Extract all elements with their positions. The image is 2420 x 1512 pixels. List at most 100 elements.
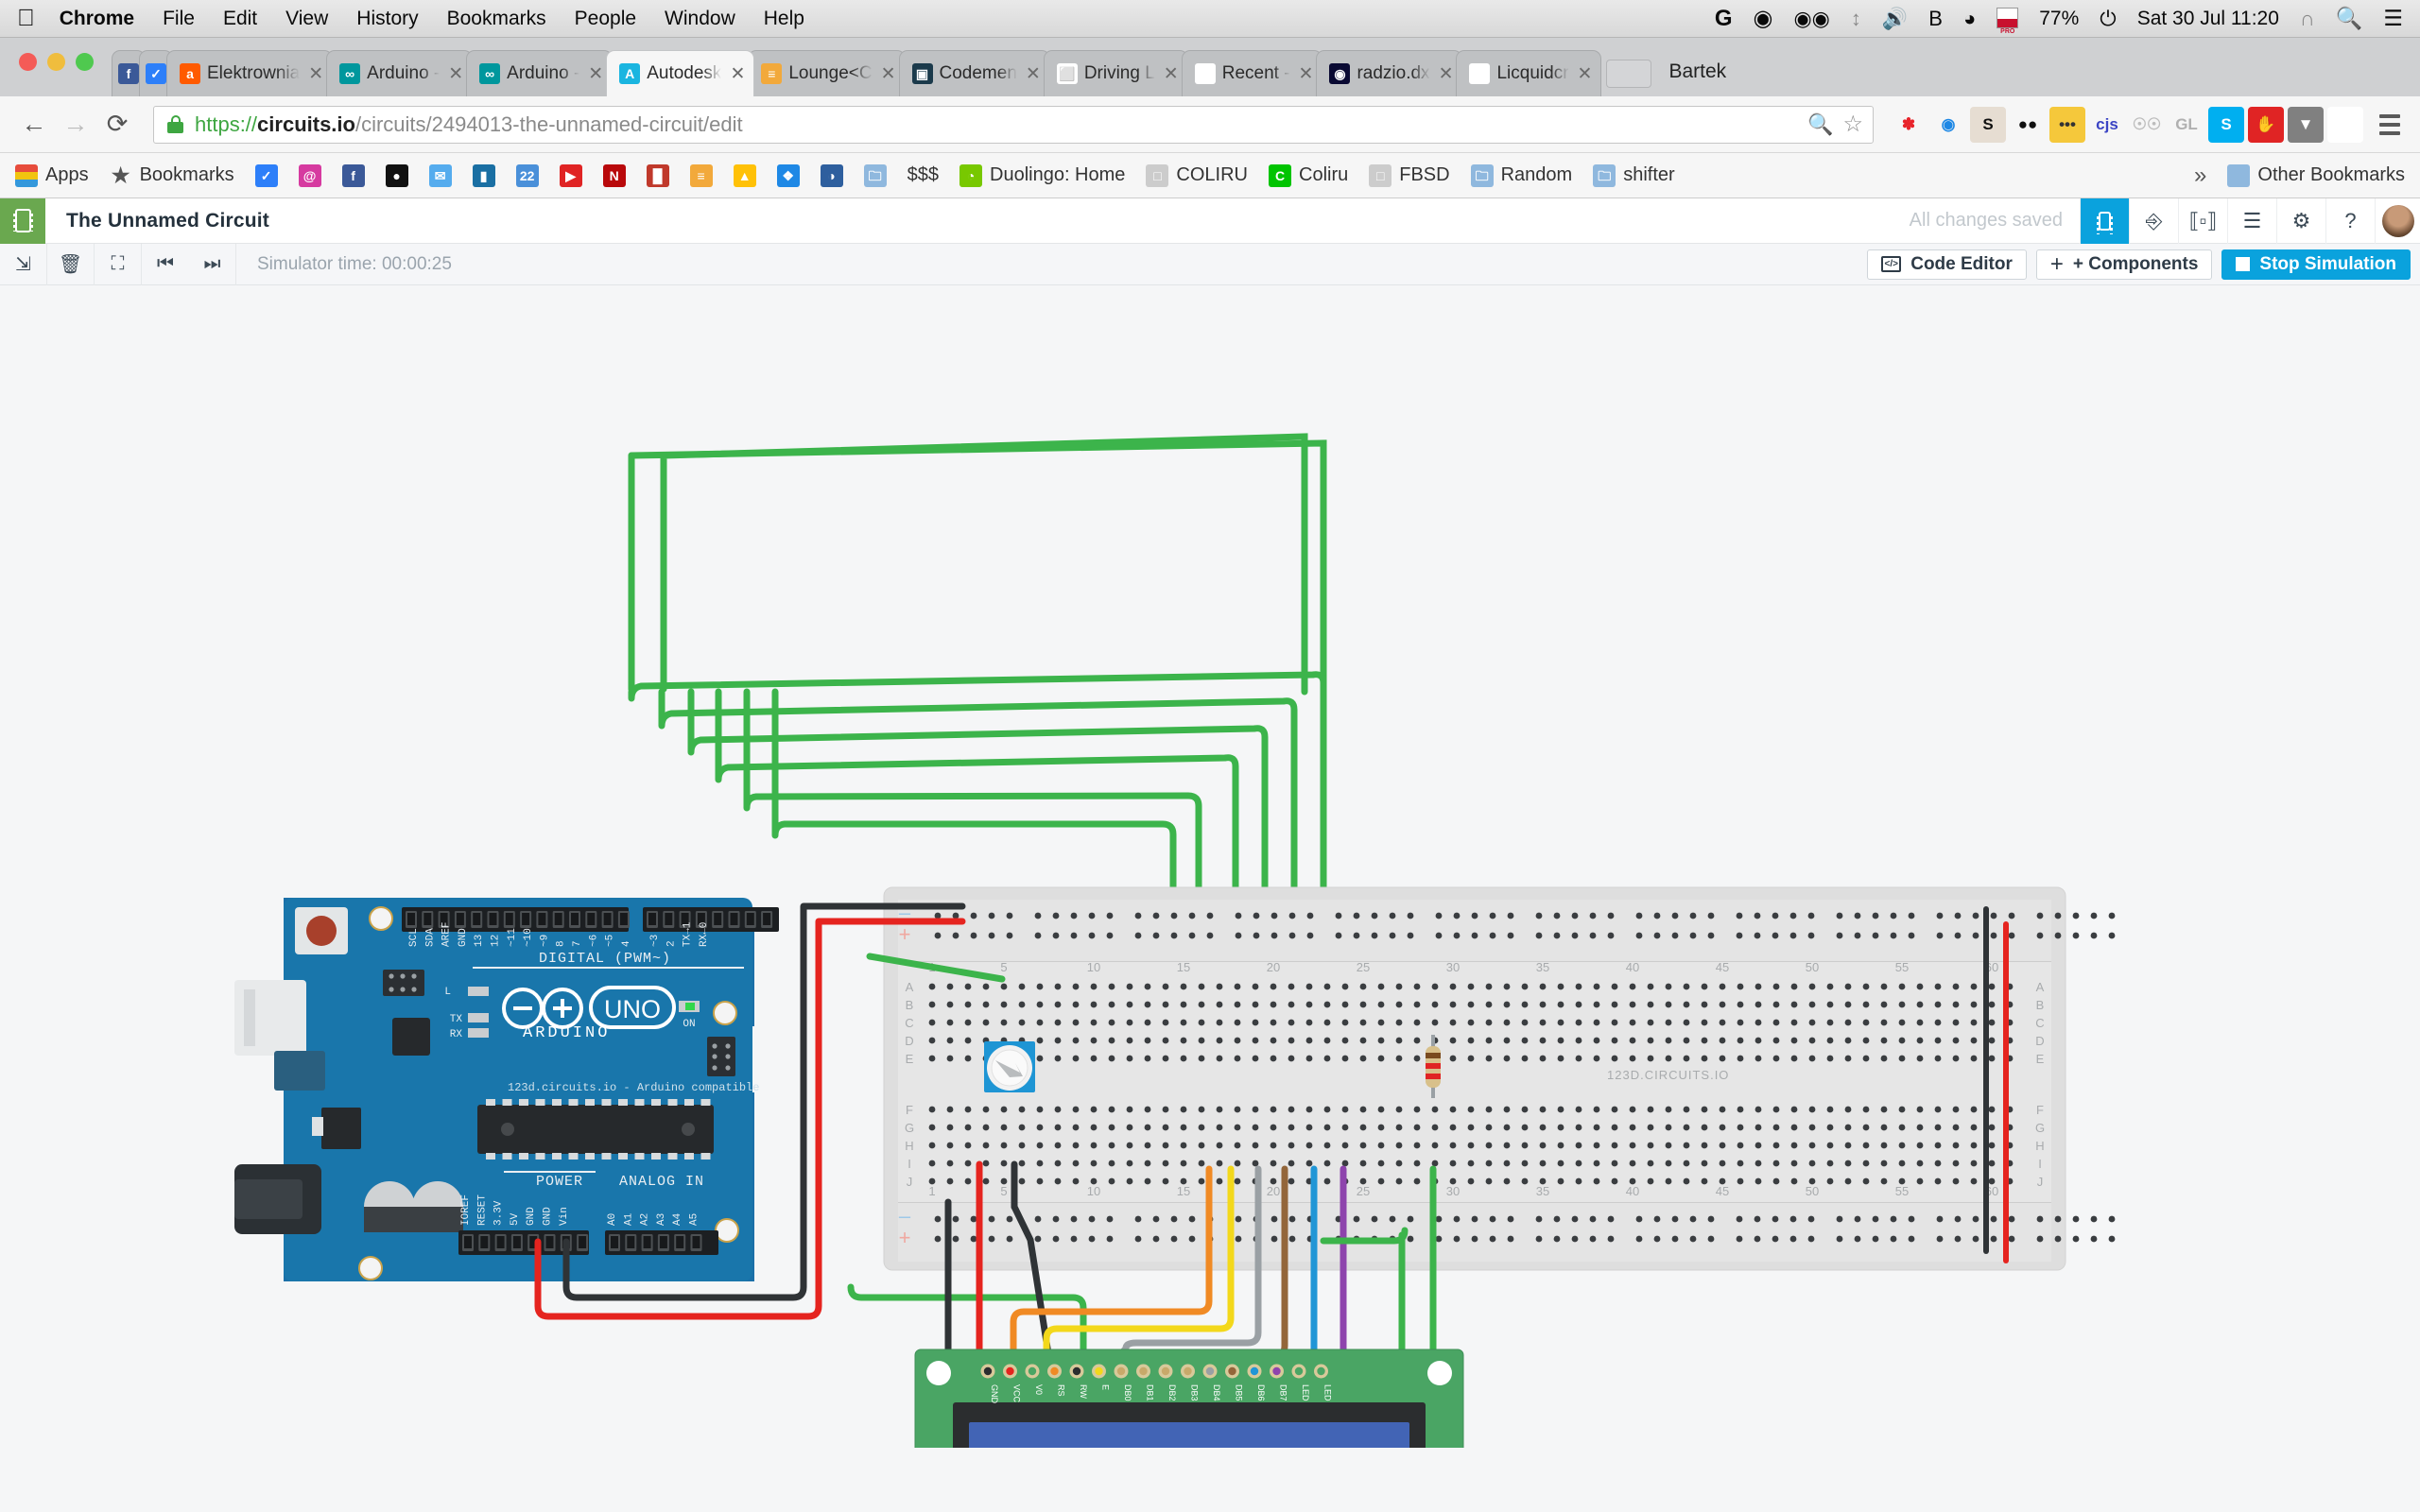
random-folder-bookmark[interactable]: 🗀 Random	[1470, 163, 1572, 187]
siri-icon[interactable]: ∩	[2300, 7, 2315, 31]
menu-item-bookmarks[interactable]: Bookmarks	[447, 8, 546, 30]
tab-close-icon[interactable]: ✕	[730, 63, 745, 85]
reload-button[interactable]: ⟳	[96, 110, 138, 139]
bookmarks-overflow-button[interactable]: »	[2194, 163, 2206, 189]
browser-tab-3[interactable]: ∞ Arduino - ✕	[326, 50, 474, 96]
address-bar[interactable]: https://circuits.io/circuits/2494013-the…	[153, 105, 1874, 144]
stop-simulation-button[interactable]: Stop Simulation	[2221, 249, 2411, 280]
tab-close-icon[interactable]: ✕	[1026, 63, 1041, 85]
tab-close-icon[interactable]: ✕	[1578, 63, 1593, 85]
browser-tab-7[interactable]: ▣ Codemen ✕	[898, 50, 1050, 96]
black-mask-extension[interactable]: ●●	[2010, 107, 2046, 143]
zoom-out-icon[interactable]: 🔍	[1796, 112, 1833, 137]
wire-group-digital-green[interactable]	[628, 433, 1327, 696]
arduino-uno-board[interactable]: L TX RX ON ARDUINO UNO 123d.circuits.io …	[234, 898, 779, 1281]
trash-icon[interactable]: 🗑	[47, 243, 95, 285]
s-extension[interactable]: S	[1970, 106, 2006, 143]
cjs-extension[interactable]: cjs	[2089, 107, 2125, 143]
breadboard[interactable]: 123D.CIRCUITS.IO A AB BC CD DE EF FG GH HI IJ J115…	[883, 886, 2116, 1271]
wunderlist-bookmark[interactable]: ✓	[254, 163, 278, 187]
yellow-dots-extension[interactable]: •••	[2049, 106, 2085, 143]
tab-close-icon[interactable]: ✕	[1439, 63, 1454, 85]
circuits-chip-logo-icon[interactable]	[0, 198, 45, 244]
menu-item-file[interactable]: File	[163, 8, 195, 30]
chip-view-icon[interactable]	[2080, 198, 2129, 244]
speaker-status-icon[interactable]: 🔊	[1882, 7, 1908, 31]
coliru2-bookmark[interactable]: C Coliru	[1269, 163, 1348, 187]
fbsd-bookmark[interactable]: □ FBSD	[1369, 163, 1450, 187]
window-minimize-button[interactable]	[47, 53, 65, 71]
browser-tab-8[interactable]: ⬜ Driving L ✕	[1043, 50, 1188, 96]
browser-tab-4[interactable]: ∞ Arduino - ✕	[466, 50, 614, 96]
profile-button[interactable]: Bartek	[1651, 60, 1741, 96]
apple-logo-icon[interactable]: 	[17, 7, 35, 30]
up-down-arrows-status-icon[interactable]: ↕	[1851, 7, 1861, 31]
bookmark-star-icon[interactable]: ☆	[1833, 111, 1863, 138]
pcb-view-icon[interactable]: ⟦▫⟧	[2178, 198, 2227, 244]
mask-bookmark[interactable]: ◑	[820, 163, 843, 187]
code-editor-button[interactable]: </> Code Editor	[1867, 249, 2027, 280]
browser-tab-2[interactable]: a Elektrownia ✕	[166, 50, 334, 96]
browser-tab-11[interactable]: G Licquidcr ✕	[1456, 50, 1602, 96]
fit-to-screen-icon[interactable]: ⛶	[95, 243, 142, 285]
dropbox-bookmark[interactable]: ❖	[776, 163, 800, 187]
tab-close-icon[interactable]: ✕	[588, 63, 603, 85]
github-bookmark[interactable]: ●	[385, 163, 408, 187]
browser-tab-5[interactable]: A Autodesk ✕	[606, 50, 755, 96]
window-maximize-button[interactable]	[76, 53, 94, 71]
new-tab-button[interactable]	[1606, 60, 1652, 88]
input-source-flag-icon[interactable]: PRO	[1996, 7, 2019, 35]
duolingo-bookmark[interactable]: ◔ Duolingo: Home	[959, 163, 1125, 187]
tab-close-icon[interactable]: ✕	[308, 63, 323, 85]
tab-close-icon[interactable]: ✕	[881, 63, 896, 85]
battery-charging-icon[interactable]: ⏻	[2100, 7, 2116, 31]
page-title[interactable]: The Unnamed Circuit	[45, 210, 269, 232]
tab-close-icon[interactable]: ✕	[1164, 63, 1179, 85]
apps-shortcut[interactable]: Apps	[15, 163, 89, 187]
bookmarks-folder[interactable]: ★ Bookmarks	[110, 164, 234, 187]
components-button[interactable]: + + Components	[2035, 249, 2213, 280]
wifi-status-icon[interactable]: ◕	[1963, 7, 1976, 31]
google-drive-bookmark[interactable]: ▲	[733, 163, 756, 187]
menu-item-help[interactable]: Help	[764, 8, 804, 30]
menu-item-chrome[interactable]: Chrome	[60, 8, 134, 30]
money-bookmark[interactable]: $$$	[908, 164, 939, 186]
potentiometer[interactable]	[984, 1041, 1035, 1092]
step-forward-icon[interactable]: ⏭	[189, 243, 236, 285]
gl-extension[interactable]: GL	[2169, 107, 2204, 143]
menu-item-history[interactable]: History	[356, 8, 418, 30]
chrome-menu-icon[interactable]	[2373, 113, 2407, 135]
youtube-bookmark[interactable]: ▶	[559, 163, 582, 187]
menu-item-edit[interactable]: Edit	[223, 8, 257, 30]
skype-extension[interactable]: S	[2208, 106, 2244, 143]
menu-item-view[interactable]: View	[285, 8, 328, 30]
3d-glasses-extension[interactable]: ☉☉	[2129, 107, 2165, 143]
user-avatar[interactable]	[2375, 198, 2420, 244]
circuit-canvas[interactable]: 123D.CIRCUITS.IO AABBCCDDEEFFGGHHIIJJ115…	[0, 285, 2420, 1512]
back-button[interactable]: ←	[13, 110, 55, 139]
blank-extension[interactable]	[2327, 106, 2363, 143]
tab-close-icon[interactable]: ✕	[1299, 63, 1314, 85]
spotlight-search-icon[interactable]: 🔍	[2336, 6, 2363, 31]
step-back-icon[interactable]: ⏮	[142, 244, 189, 285]
email-bookmark[interactable]: @	[298, 163, 321, 187]
list-view-icon[interactable]: ☰	[2227, 198, 2276, 244]
menu-item-window[interactable]: Window	[665, 8, 735, 30]
menu-item-people[interactable]: People	[575, 8, 636, 30]
calendar-bookmark[interactable]: 22	[515, 163, 539, 187]
glasses-status-icon[interactable]: ◉◉	[1793, 7, 1829, 31]
lcd-module[interactable]: hello, world! GNDVCCV0RSRWEDB0DB1DB2DB3D…	[914, 1349, 1464, 1448]
other-bookmarks-folder[interactable]: Other Bookmarks	[2227, 163, 2405, 187]
honey-extension[interactable]: ✽	[1891, 107, 1927, 143]
browser-tab-6[interactable]: ≡ Lounge<C ✕	[748, 50, 906, 96]
twitter-bookmark[interactable]: ✉	[428, 163, 452, 187]
help-icon[interactable]: ?	[2325, 198, 2375, 244]
adblock-extension[interactable]: ✋	[2248, 106, 2284, 143]
notification-center-icon[interactable]: ☰	[2383, 6, 2403, 31]
browser-tab-10[interactable]: ◉ radzio.dx ✕	[1316, 50, 1463, 96]
library-bookmark[interactable]: █	[646, 163, 669, 187]
forward-button[interactable]: →	[55, 110, 96, 139]
bluetooth-status-icon[interactable]: B	[1928, 7, 1943, 31]
menu-bar-clock[interactable]: Sat 30 Jul 11:20	[2137, 8, 2279, 30]
lounge-bookmark[interactable]: ≡	[689, 163, 713, 187]
